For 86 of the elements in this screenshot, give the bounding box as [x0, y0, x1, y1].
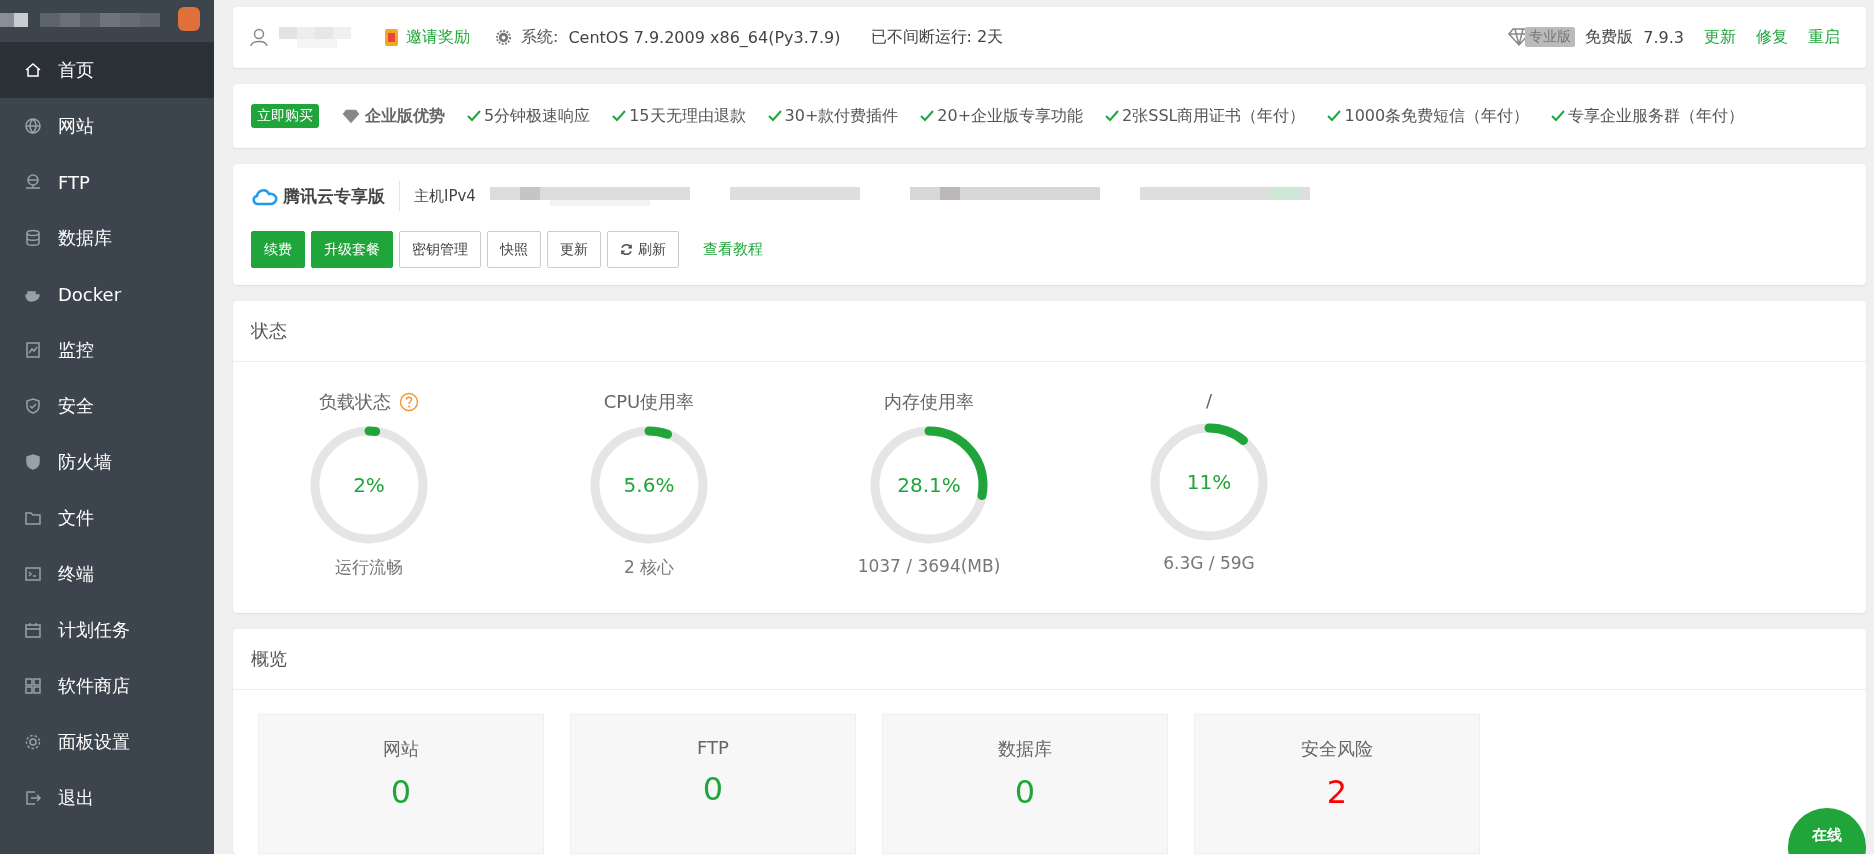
gauge-footer: 运行流畅 [335, 556, 403, 579]
overview-card[interactable]: 安全风险 2 [1194, 714, 1480, 854]
check-icon [467, 110, 481, 123]
gauge-value: 2% [353, 473, 385, 497]
cloud-title: 腾讯云专享版 [251, 184, 385, 208]
home-icon [24, 61, 42, 79]
sidebar-item[interactable]: Docker [0, 266, 214, 322]
feature-item: 2张SSL商用证书（年付） [1105, 105, 1306, 127]
sidebar-item[interactable]: 软件商店 [0, 658, 214, 714]
overview-value: 2 [1326, 773, 1348, 811]
overview-card[interactable]: FTP 0 [570, 714, 856, 854]
gauge-title: / [1205, 390, 1213, 411]
promo-title: 企业版优势 [341, 105, 445, 127]
refresh-icon [620, 243, 633, 257]
gauge-footer: 2 核心 [623, 556, 675, 579]
feature-item: 20+企业版专享功能 [920, 105, 1084, 127]
check-icon [1105, 110, 1120, 123]
database-icon [24, 229, 42, 247]
globe-icon [24, 117, 42, 135]
sidebar-item[interactable]: 面板设置 [0, 714, 214, 770]
sidebar-item[interactable]: 首页 [0, 42, 214, 98]
gauge-title: 负载状态 [319, 390, 391, 414]
overview-card[interactable]: 数据库 0 [882, 714, 1168, 854]
sidebar-item[interactable]: 防火墙 [0, 434, 214, 490]
uptime-text: 已不间断运行: 2天 [870, 26, 1004, 48]
folder-icon [24, 509, 42, 527]
terminal-icon [24, 565, 42, 583]
overview-card[interactable]: 网站 0 [258, 714, 544, 854]
action-button[interactable]: 更新 [547, 231, 601, 269]
sidebar-item[interactable]: 网站 [0, 98, 214, 154]
shield-icon [24, 397, 42, 415]
action-button[interactable]: 密钥管理 [399, 231, 481, 269]
sidebar-item[interactable]: 终端 [0, 546, 214, 602]
feature-item: 30+款付费插件 [767, 105, 899, 127]
system-label: 系统: [521, 26, 559, 48]
gauge-footer: 6.3G / 59G [1163, 553, 1255, 573]
feature-item: 1000条免费短信（年付） [1327, 105, 1530, 127]
gift-icon [385, 28, 398, 46]
sidebar-item[interactable]: 文件 [0, 490, 214, 546]
grid-icon [24, 677, 42, 695]
sidebar-item[interactable]: 数据库 [0, 210, 214, 266]
exit-icon [24, 789, 42, 807]
feature-item: 5分钟极速响应 [467, 105, 591, 127]
version-text: 7.9.3 [1643, 27, 1684, 47]
edition-text: 免费版 [1585, 26, 1634, 48]
check-icon [612, 110, 627, 123]
settings-icon [496, 29, 511, 45]
overview-label: 网站 [383, 737, 419, 761]
overview-label: 安全风险 [1301, 737, 1373, 761]
diamond-icon [341, 107, 361, 125]
firewall-icon [24, 453, 42, 471]
gear-icon [24, 733, 42, 751]
gauge-footer: 1037 / 3694(MB) [857, 556, 1001, 576]
gauge-title: 内存使用率 [884, 390, 974, 414]
feature-item: 15天无理由退款 [612, 105, 746, 127]
calendar-icon [24, 621, 42, 639]
check-icon [767, 110, 782, 123]
section-title: 状态 [233, 301, 1866, 362]
check-icon [920, 110, 935, 123]
sidebar-item[interactable]: 安全 [0, 378, 214, 434]
overview-label: 数据库 [998, 737, 1052, 761]
gauge-value: 28.1% [897, 473, 961, 497]
ip-label: 主机IPv4 [414, 186, 476, 206]
help-icon[interactable] [399, 392, 419, 412]
gauge-title: CPU使用率 [603, 390, 695, 414]
overview-value: 0 [1014, 773, 1036, 811]
overview-label: FTP [697, 737, 729, 758]
sidebar-item[interactable]: FTP [0, 154, 214, 210]
sidebar-item[interactable]: 计划任务 [0, 602, 214, 658]
refresh-button[interactable]: 刷新 [607, 231, 679, 269]
user-icon [249, 27, 269, 48]
overview-value: 0 [702, 770, 724, 808]
sidebar-item[interactable]: 退出 [0, 770, 214, 826]
check-icon [1551, 110, 1566, 123]
sidebar-item[interactable]: 监控 [0, 322, 214, 378]
ftp-icon [24, 173, 42, 191]
overview-value: 0 [390, 773, 412, 811]
cloud-icon [251, 186, 279, 207]
action-button[interactable]: 快照 [487, 231, 541, 269]
section-title: 概览 [233, 629, 1866, 690]
feature-item: 专享企业服务群（年付） [1551, 105, 1745, 127]
gauge-value: 11% [1186, 470, 1232, 494]
system-info: CentOS 7.9.2009 x86_64(Py3.7.9) [568, 27, 841, 47]
check-icon [1327, 110, 1342, 123]
monitor-icon [24, 341, 42, 359]
gauge-value: 5.6% [623, 473, 675, 497]
